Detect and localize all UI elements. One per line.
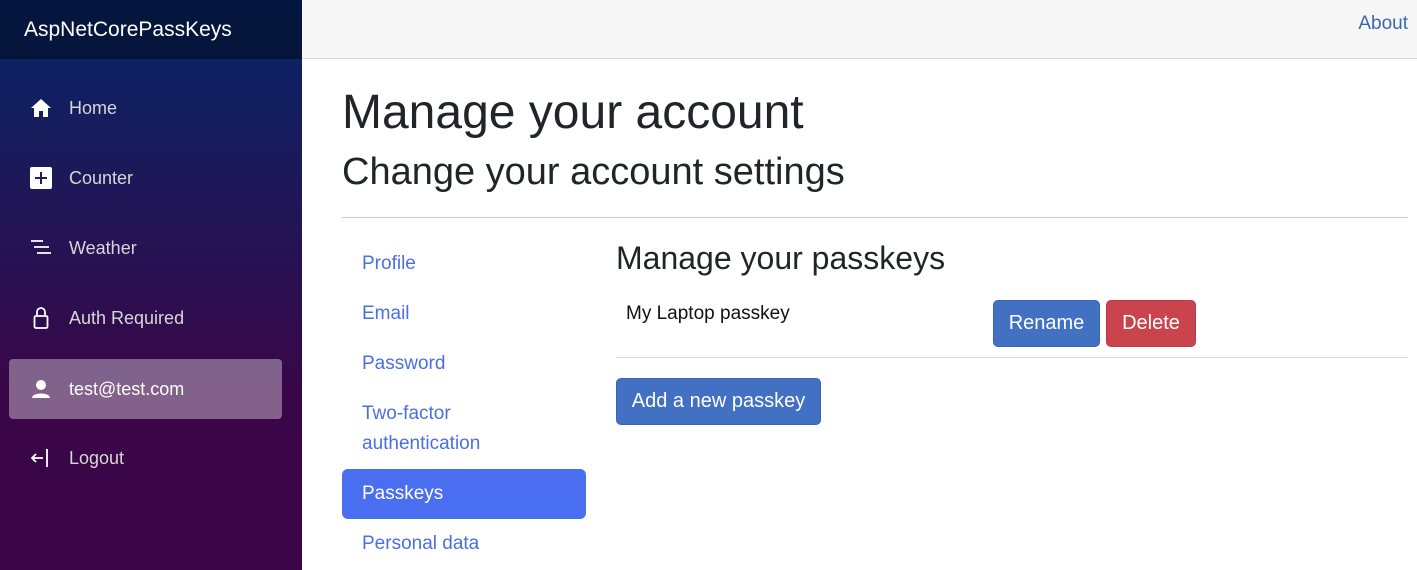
lock-icon (28, 305, 54, 331)
list-icon (28, 235, 54, 261)
nav-item-label: Weather (69, 237, 137, 258)
nav-item-weather[interactable]: Weather (9, 218, 282, 278)
nav-item-account[interactable]: test@test.com (9, 359, 282, 419)
page-subtitle: Change your account settings (342, 151, 845, 193)
nav-item-label: Home (69, 97, 118, 118)
subnav-email[interactable]: Email (342, 299, 586, 329)
nav-item-counter[interactable]: Counter (9, 148, 282, 208)
nav-item-label: Counter (69, 167, 134, 188)
subnav-password[interactable]: Password (342, 349, 586, 379)
delete-button[interactable]: Delete (1106, 300, 1196, 347)
passkey-name: My Laptop passkey (626, 303, 790, 324)
section-title: Manage your passkeys (616, 240, 946, 276)
home-icon (28, 95, 54, 121)
nav-item-label: test@test.com (69, 378, 185, 399)
about-link[interactable]: About (1358, 13, 1408, 35)
sidebar: AspNetCorePassKeys Home Counter Weather … (0, 0, 302, 570)
nav-item-label: Logout (69, 447, 125, 468)
nav-item-auth-required[interactable]: Auth Required (9, 288, 282, 348)
subnav-passkeys[interactable]: Passkeys (342, 469, 586, 519)
logout-icon (28, 445, 54, 471)
top-row: About (302, 0, 1417, 59)
rename-button[interactable]: Rename (993, 300, 1100, 347)
person-icon (28, 376, 54, 402)
row-divider (616, 357, 1408, 358)
brand-link[interactable]: AspNetCorePassKeys (24, 18, 232, 42)
nav-item-home[interactable]: Home (9, 78, 282, 138)
add-passkey-button[interactable]: Add a new passkey (616, 378, 821, 425)
brand-bar: AspNetCorePassKeys (0, 0, 302, 59)
nav-item-logout[interactable]: Logout (9, 428, 282, 488)
nav-item-label: Auth Required (69, 307, 185, 328)
subnav-profile[interactable]: Profile (342, 249, 586, 279)
plus-square-icon (28, 165, 54, 191)
subnav-personal-data[interactable]: Personal data (342, 529, 586, 559)
divider (342, 217, 1408, 218)
subnav-two-factor[interactable]: Two-factor authentication (342, 399, 586, 459)
page-title: Manage your account (342, 86, 804, 139)
